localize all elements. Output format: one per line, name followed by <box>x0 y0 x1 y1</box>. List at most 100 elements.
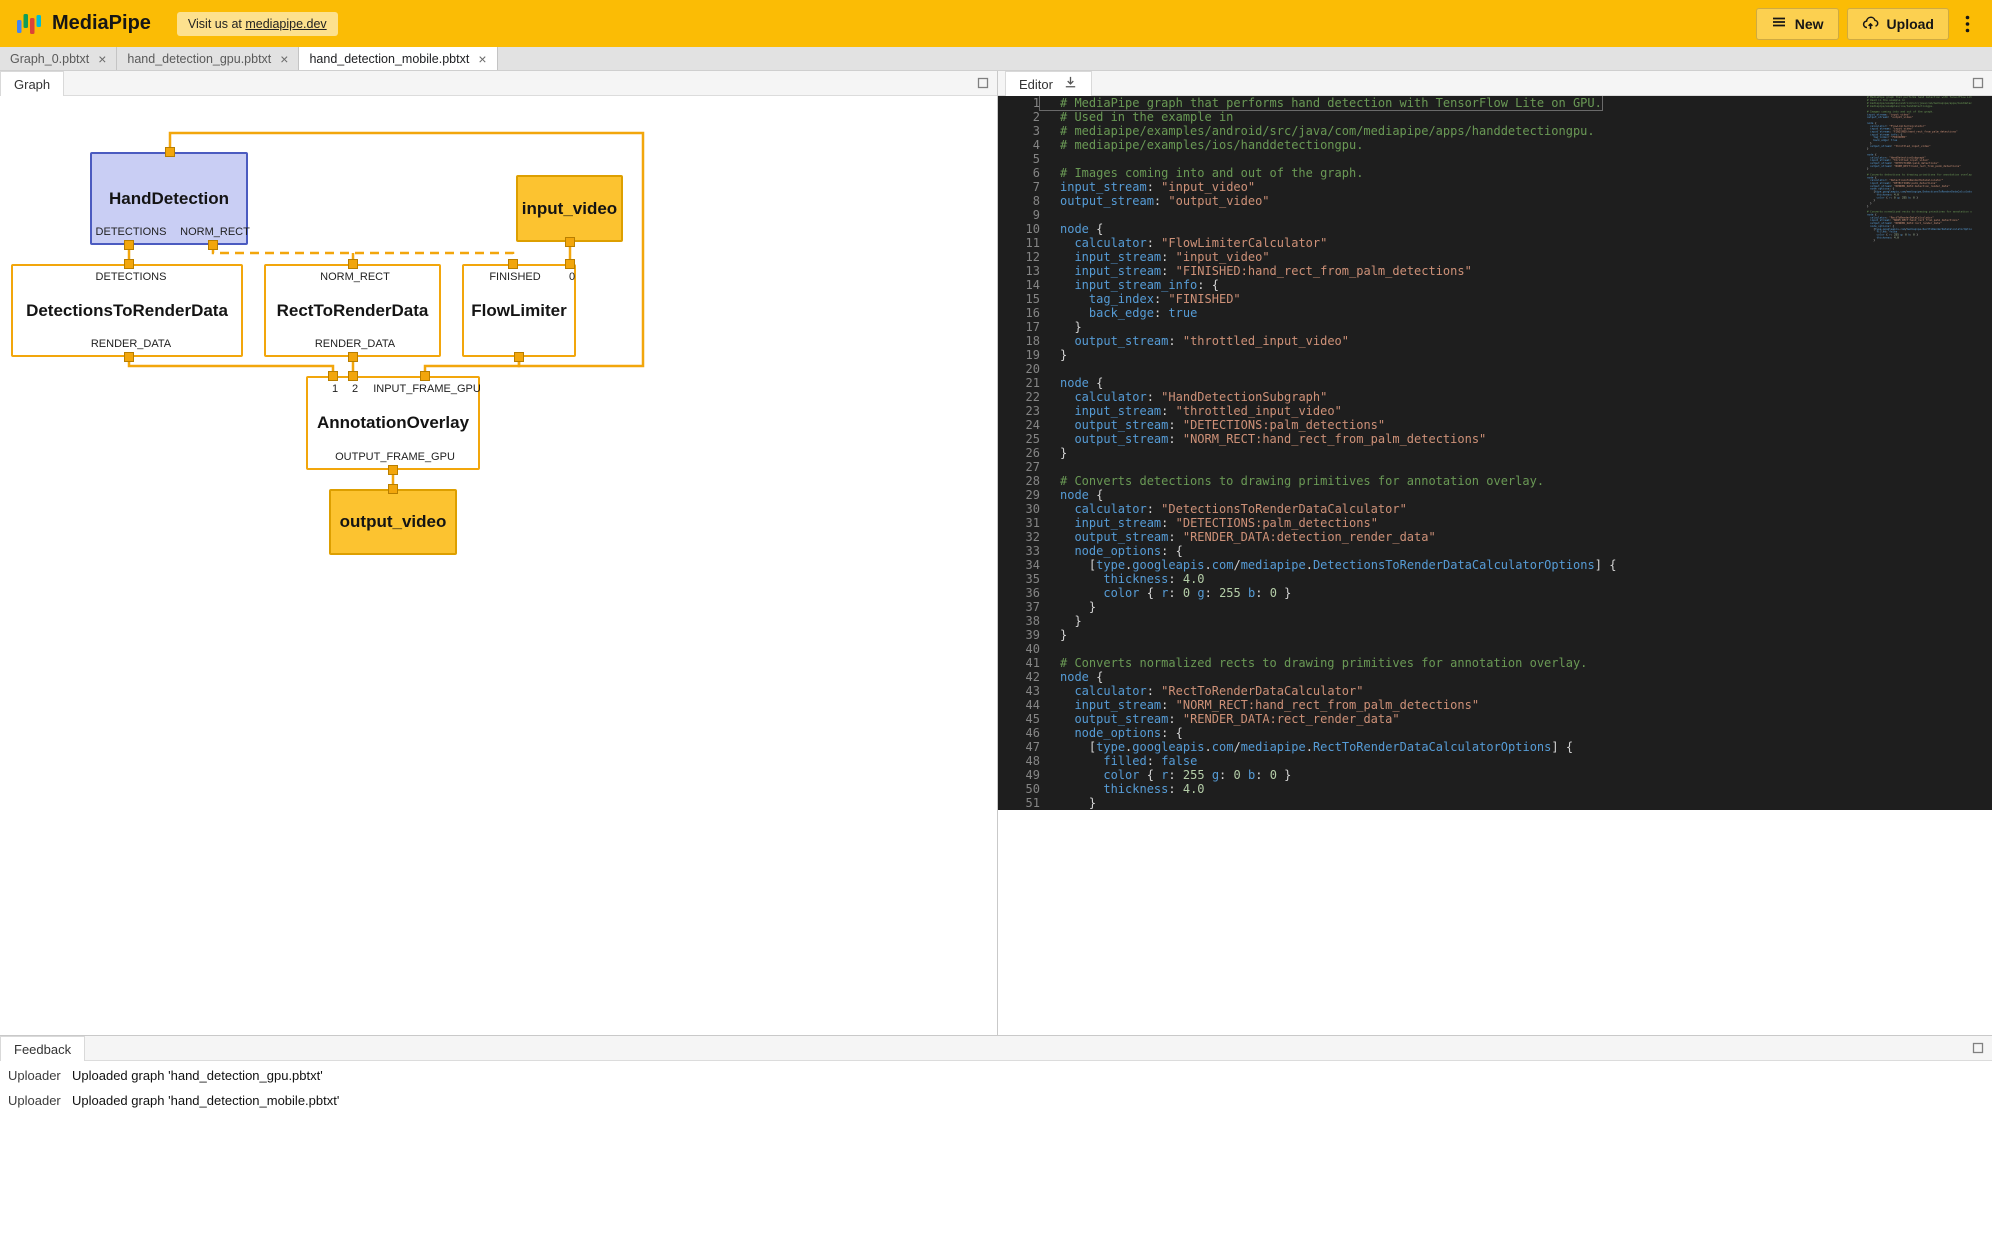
code-line[interactable]: 2# Used in the example in <box>998 110 1992 124</box>
expand-feedback-panel-icon[interactable] <box>1972 1042 1984 1054</box>
code-line[interactable]: 25 output_stream: "NORM_RECT:hand_rect_f… <box>998 432 1992 446</box>
code-line[interactable]: 38 } <box>998 614 1992 628</box>
code-line[interactable]: 41# Converts normalized rects to drawing… <box>998 656 1992 670</box>
upload-button[interactable]: Upload <box>1847 8 1949 40</box>
line-number: 6 <box>998 166 1040 180</box>
code-line[interactable]: 4# mediapipe/examples/ios/handdetectiong… <box>998 138 1992 152</box>
expand-graph-panel-icon[interactable] <box>977 77 989 89</box>
graph-node-HandDetection[interactable]: DETECTIONSNORM_RECTHandDetection <box>90 152 248 245</box>
feedback-message: Uploaded graph 'hand_detection_gpu.pbtxt… <box>72 1068 323 1083</box>
code-line[interactable]: 10node { <box>998 222 1992 236</box>
code-line[interactable]: 22 calculator: "HandDetectionSubgraph" <box>998 390 1992 404</box>
line-text: [type.googleapis.com/mediapipe.Detection… <box>1040 558 1616 572</box>
graph-node-AnnotationOverlay[interactable]: 12INPUT_FRAME_GPUOUTPUT_FRAME_GPUAnnotat… <box>306 376 480 470</box>
file-tab[interactable]: Graph_0.pbtxt× <box>0 47 117 70</box>
code-line[interactable]: 51 } <box>998 796 1992 810</box>
code-line[interactable]: 20 <box>998 362 1992 376</box>
code-line[interactable]: 48 filled: false <box>998 754 1992 768</box>
code-line[interactable]: 39} <box>998 628 1992 642</box>
line-text: thickness: 4.0 <box>1040 782 1205 796</box>
code-line[interactable]: 40 <box>998 642 1992 656</box>
code-line[interactable]: 14 input_stream_info: { <box>998 278 1992 292</box>
line-number: 45 <box>998 712 1040 726</box>
line-text: calculator: "FlowLimiterCalculator" <box>1040 236 1327 250</box>
line-number: 27 <box>998 460 1040 474</box>
expand-editor-panel-icon[interactable] <box>1972 77 1984 89</box>
code-line[interactable]: 46 node_options: { <box>998 726 1992 740</box>
code-line[interactable]: 35 thickness: 4.0 <box>998 572 1992 586</box>
code-line[interactable]: 6# Images coming into and out of the gra… <box>998 166 1992 180</box>
mediapipe-dev-link[interactable]: mediapipe.dev <box>245 17 326 31</box>
graph-node-DetectionsToRenderData[interactable]: DETECTIONSRENDER_DATADetectionsToRenderD… <box>11 264 243 357</box>
editor-minimap[interactable]: # MediaPipe graph that performs hand det… <box>1867 96 1972 810</box>
close-tab-icon[interactable]: × <box>280 52 288 66</box>
node-label: RectToRenderData <box>266 301 439 321</box>
code-line[interactable]: 1# MediaPipe graph that performs hand de… <box>998 96 1992 110</box>
graph-node-FlowLimiter[interactable]: FINISHED0FlowLimiter <box>462 264 576 357</box>
code-line[interactable]: 3# mediapipe/examples/android/src/java/c… <box>998 124 1992 138</box>
code-editor[interactable]: 1# MediaPipe graph that performs hand de… <box>998 96 1992 810</box>
line-text: node { <box>1040 670 1103 684</box>
line-text: # Used in the example in <box>1040 110 1233 124</box>
port-label: INPUT_FRAME_GPU <box>373 383 481 395</box>
code-line[interactable]: 16 back_edge: true <box>998 306 1992 320</box>
code-line[interactable]: 19} <box>998 348 1992 362</box>
line-number: 25 <box>998 432 1040 446</box>
line-text: } <box>1040 796 1096 810</box>
file-tab[interactable]: hand_detection_mobile.pbtxt× <box>299 47 497 70</box>
code-line[interactable]: 23 input_stream: "throttled_input_video" <box>998 404 1992 418</box>
code-line[interactable]: 18 output_stream: "throttled_input_video… <box>998 334 1992 348</box>
close-tab-icon[interactable]: × <box>478 52 486 66</box>
code-line[interactable]: 29node { <box>998 488 1992 502</box>
graph-node-output_video[interactable]: output_video <box>329 489 457 555</box>
code-line[interactable]: 37 } <box>998 600 1992 614</box>
line-number: 4 <box>998 138 1040 152</box>
tab-editor[interactable]: Editor <box>1005 71 1092 96</box>
code-line[interactable]: 8output_stream: "output_video" <box>998 194 1992 208</box>
code-line[interactable]: 43 calculator: "RectToRenderDataCalculat… <box>998 684 1992 698</box>
code-line[interactable]: 47 [type.googleapis.com/mediapipe.RectTo… <box>998 740 1992 754</box>
code-line[interactable]: 42node { <box>998 670 1992 684</box>
code-line[interactable]: 45 output_stream: "RENDER_DATA:rect_rend… <box>998 712 1992 726</box>
code-line[interactable]: 5 <box>998 152 1992 166</box>
code-line[interactable]: 34 [type.googleapis.com/mediapipe.Detect… <box>998 558 1992 572</box>
code-line[interactable]: 13 input_stream: "FINISHED:hand_rect_fro… <box>998 264 1992 278</box>
new-button[interactable]: New <box>1756 8 1839 40</box>
code-line[interactable]: 49 color { r: 255 g: 0 b: 0 } <box>998 768 1992 782</box>
code-line[interactable]: 36 color { r: 0 g: 255 b: 0 } <box>998 586 1992 600</box>
code-line[interactable]: 26} <box>998 446 1992 460</box>
download-icon[interactable] <box>1063 75 1078 93</box>
code-line[interactable]: 32 output_stream: "RENDER_DATA:detection… <box>998 530 1992 544</box>
tab-graph[interactable]: Graph <box>0 71 64 96</box>
port-label: DETECTIONS <box>96 226 167 238</box>
code-line[interactable]: 9 <box>998 208 1992 222</box>
code-line[interactable]: 44 input_stream: "NORM_RECT:hand_rect_fr… <box>998 698 1992 712</box>
code-line[interactable]: 27 <box>998 460 1992 474</box>
line-number: 40 <box>998 642 1040 656</box>
line-number: 35 <box>998 572 1040 586</box>
code-line[interactable]: 31 input_stream: "DETECTIONS:palm_detect… <box>998 516 1992 530</box>
tab-feedback[interactable]: Feedback <box>0 1036 85 1061</box>
code-line[interactable]: 24 output_stream: "DETECTIONS:palm_detec… <box>998 418 1992 432</box>
file-tab[interactable]: hand_detection_gpu.pbtxt× <box>117 47 299 70</box>
code-line[interactable]: 7input_stream: "input_video" <box>998 180 1992 194</box>
code-line[interactable]: 30 calculator: "DetectionsToRenderDataCa… <box>998 502 1992 516</box>
code-line[interactable]: 33 node_options: { <box>998 544 1992 558</box>
graph-canvas[interactable]: DETECTIONSNORM_RECTHandDetection input_vi… <box>0 96 997 1035</box>
graph-node-RectToRenderData[interactable]: NORM_RECTRENDER_DATARectToRenderData <box>264 264 441 357</box>
close-tab-icon[interactable]: × <box>98 52 106 66</box>
code-line[interactable]: 15 tag_index: "FINISHED" <box>998 292 1992 306</box>
mediapipe-logo <box>16 11 42 37</box>
code-line[interactable]: 50 thickness: 4.0 <box>998 782 1992 796</box>
port-label: 1 <box>332 383 338 395</box>
more-menu-button[interactable] <box>1959 11 1976 37</box>
code-line[interactable]: 21node { <box>998 376 1992 390</box>
line-number: 13 <box>998 264 1040 278</box>
line-text: node_options: { <box>1040 726 1183 740</box>
code-line[interactable]: 28# Converts detections to drawing primi… <box>998 474 1992 488</box>
code-line[interactable]: 17 } <box>998 320 1992 334</box>
line-number: 16 <box>998 306 1040 320</box>
graph-node-input_video[interactable]: input_video <box>516 175 623 242</box>
code-line[interactable]: 12 input_stream: "input_video" <box>998 250 1992 264</box>
code-line[interactable]: 11 calculator: "FlowLimiterCalculator" <box>998 236 1992 250</box>
